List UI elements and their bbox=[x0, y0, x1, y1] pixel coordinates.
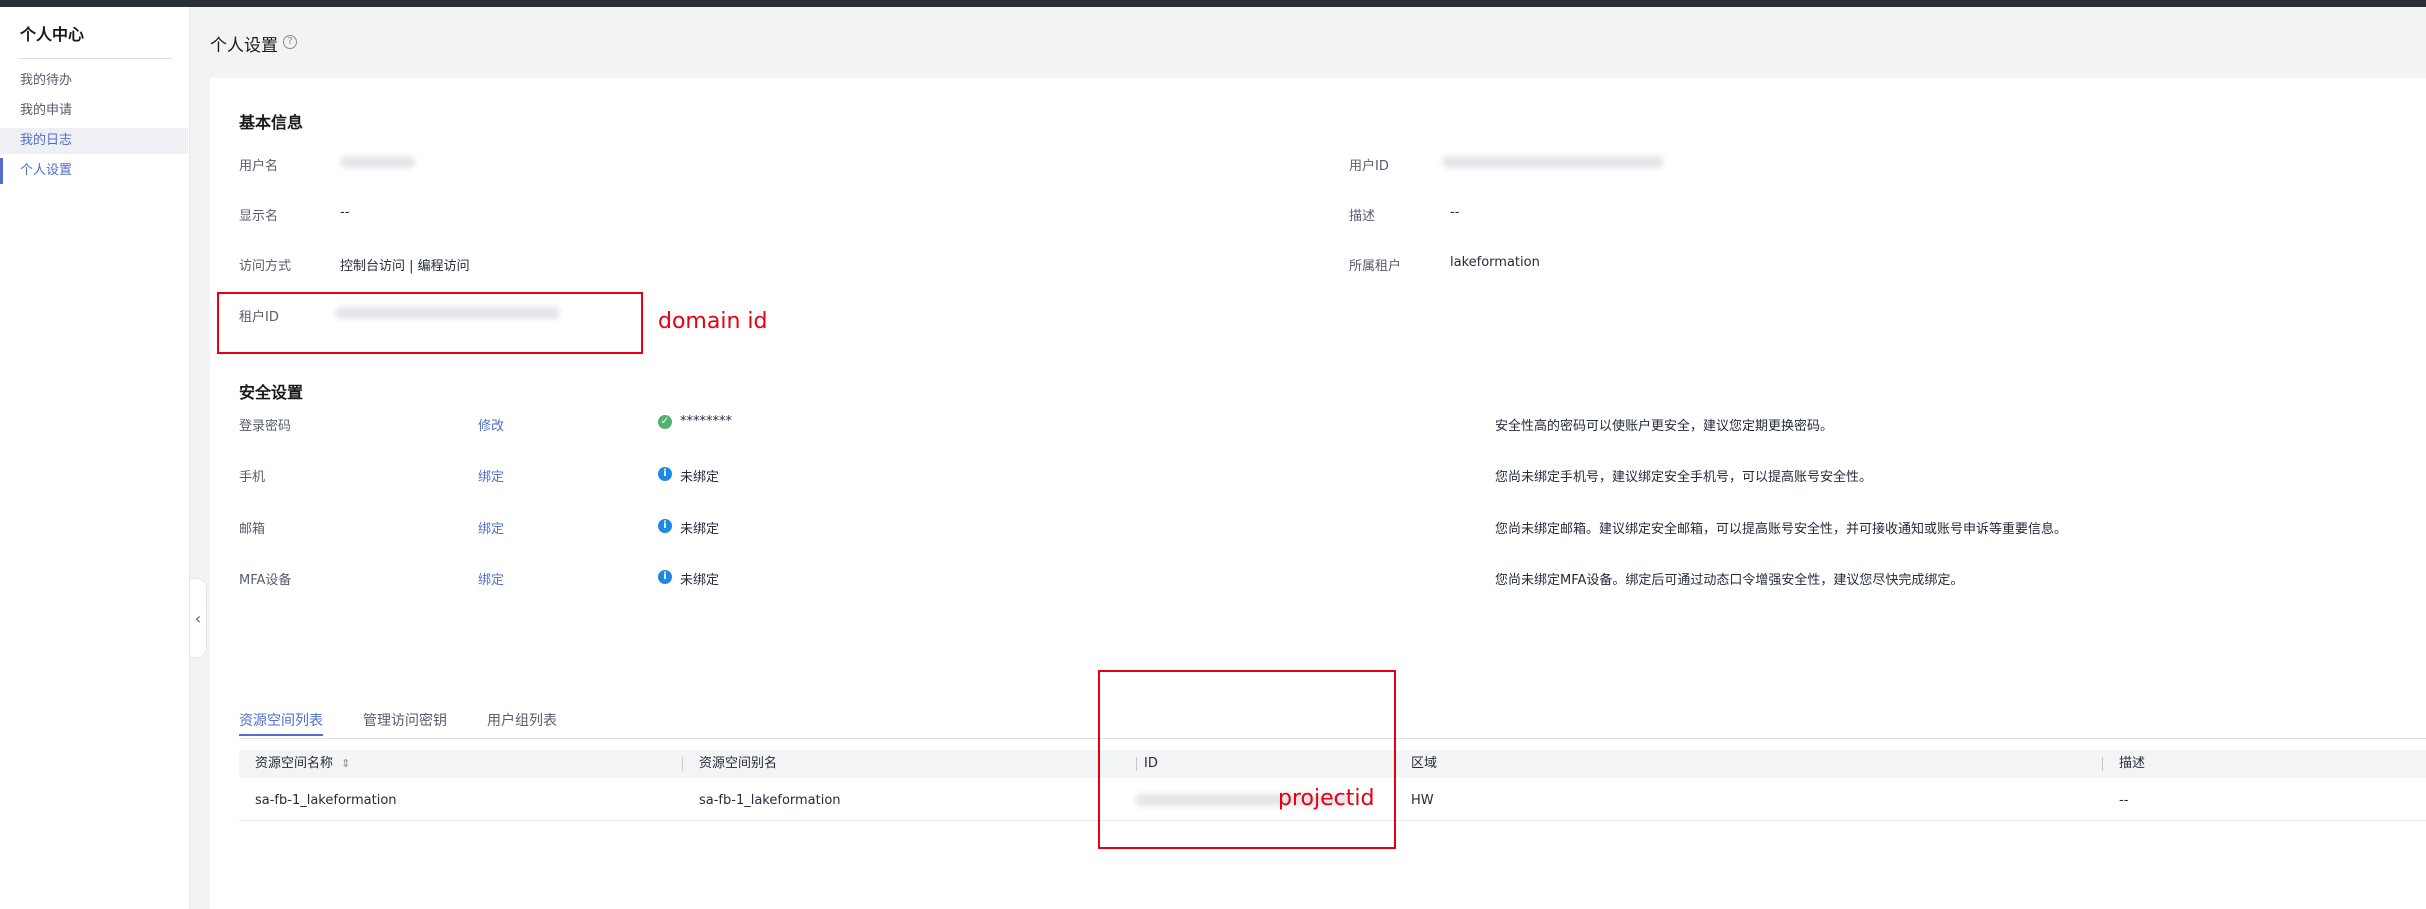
project-id-annotation-label: projectid bbox=[1278, 786, 1375, 811]
basic-info-title: 基本信息 bbox=[239, 113, 304, 132]
column-separator[interactable] bbox=[2102, 757, 2103, 771]
bind-mfa-link[interactable]: 绑定 bbox=[478, 569, 504, 588]
tenant-label: 所属租户 bbox=[1349, 259, 1402, 274]
help-icon[interactable]: ? bbox=[283, 35, 297, 49]
password-status: ******** bbox=[680, 414, 732, 429]
sidebar-item-requests[interactable]: 我的申请 bbox=[0, 98, 188, 124]
column-header-region: 区域 bbox=[1411, 756, 1438, 771]
access-method-value: 控制台访问 | 编程访问 bbox=[340, 259, 470, 274]
table-cell-name: sa-fb-1_lakeformation bbox=[255, 793, 397, 808]
column-separator[interactable] bbox=[682, 757, 683, 771]
table-cell-description: -- bbox=[2119, 793, 2129, 808]
domain-id-annotation-box bbox=[217, 292, 643, 354]
info-circle-icon: i bbox=[658, 570, 672, 584]
column-header-name[interactable]: 资源空间名称 ⇕ bbox=[255, 750, 350, 778]
project-id-annotation-box bbox=[1098, 670, 1396, 849]
phone-hint: 您尚未绑定手机号，建议绑定安全手机号，可以提高账号安全性。 bbox=[1495, 470, 1873, 485]
info-circle-icon: i bbox=[658, 467, 672, 481]
display-name-value: -- bbox=[340, 205, 350, 220]
mfa-label: MFA设备 bbox=[239, 573, 292, 588]
column-header-alias: 资源空间别名 bbox=[699, 756, 778, 771]
column-header-name-label: 资源空间名称 bbox=[255, 756, 334, 771]
login-password-label: 登录密码 bbox=[239, 419, 292, 434]
username-value-redacted bbox=[340, 156, 415, 168]
table-cell-alias: sa-fb-1_lakeformation bbox=[699, 793, 841, 808]
access-method-label: 访问方式 bbox=[239, 259, 292, 274]
check-circle-icon: ✓ bbox=[658, 415, 672, 429]
security-title: 安全设置 bbox=[239, 383, 304, 402]
email-label: 邮箱 bbox=[239, 522, 266, 537]
mfa-hint: 您尚未绑定MFA设备。绑定后可通过动态口令增强安全性，建议您尽快完成绑定。 bbox=[1495, 573, 1964, 588]
mfa-status: 未绑定 bbox=[680, 573, 720, 588]
email-status: 未绑定 bbox=[680, 522, 720, 537]
bind-email-link[interactable]: 绑定 bbox=[478, 518, 504, 537]
table-cell-region: HW bbox=[1411, 793, 1434, 808]
phone-status: 未绑定 bbox=[680, 470, 720, 485]
sidebar: 个人中心 我的待办 我的申请 我的日志 个人设置 bbox=[0, 7, 190, 909]
tab-access-keys[interactable]: 管理访问密钥 bbox=[363, 706, 447, 736]
domain-id-annotation-label: domain id bbox=[658, 309, 768, 334]
userid-label: 用户ID bbox=[1349, 159, 1389, 174]
sidebar-item-todo[interactable]: 我的待办 bbox=[0, 68, 188, 94]
display-name-label: 显示名 bbox=[239, 209, 279, 224]
column-header-description: 描述 bbox=[2119, 756, 2146, 771]
sidebar-item-logs[interactable]: 我的日志 bbox=[0, 128, 188, 154]
description-value: -- bbox=[1450, 205, 1460, 220]
settings-card: 基本信息 用户名 用户ID 显示名 -- 描述 -- 访问方式 控制台访问 | … bbox=[210, 78, 2426, 909]
tab-user-groups[interactable]: 用户组列表 bbox=[487, 706, 557, 736]
sidebar-collapse-button[interactable]: ‹ bbox=[190, 578, 207, 658]
bind-phone-link[interactable]: 绑定 bbox=[478, 466, 504, 485]
top-bar bbox=[0, 0, 2426, 7]
password-hint: 安全性高的密码可以使账户更安全，建议您定期更换密码。 bbox=[1495, 419, 1834, 434]
tenant-value: lakeformation bbox=[1450, 255, 1540, 270]
info-circle-icon: i bbox=[658, 519, 672, 533]
chevron-left-icon: ‹ bbox=[194, 608, 202, 628]
change-password-link[interactable]: 修改 bbox=[478, 415, 504, 434]
sidebar-item-personal-settings[interactable]: 个人设置 bbox=[0, 158, 188, 184]
description-label: 描述 bbox=[1349, 209, 1376, 224]
sidebar-divider bbox=[18, 58, 172, 59]
userid-value-redacted bbox=[1442, 156, 1664, 168]
page-title: 个人设置 bbox=[210, 36, 278, 56]
sidebar-title: 个人中心 bbox=[20, 25, 85, 44]
username-label: 用户名 bbox=[239, 159, 279, 174]
tab-resource-spaces[interactable]: 资源空间列表 bbox=[239, 706, 323, 736]
sort-icon[interactable]: ⇕ bbox=[341, 757, 350, 770]
email-hint: 您尚未绑定邮箱。建议绑定安全邮箱，可以提高账号安全性，并可接收通知或账号申诉等重… bbox=[1495, 522, 2068, 537]
phone-label: 手机 bbox=[239, 470, 266, 485]
